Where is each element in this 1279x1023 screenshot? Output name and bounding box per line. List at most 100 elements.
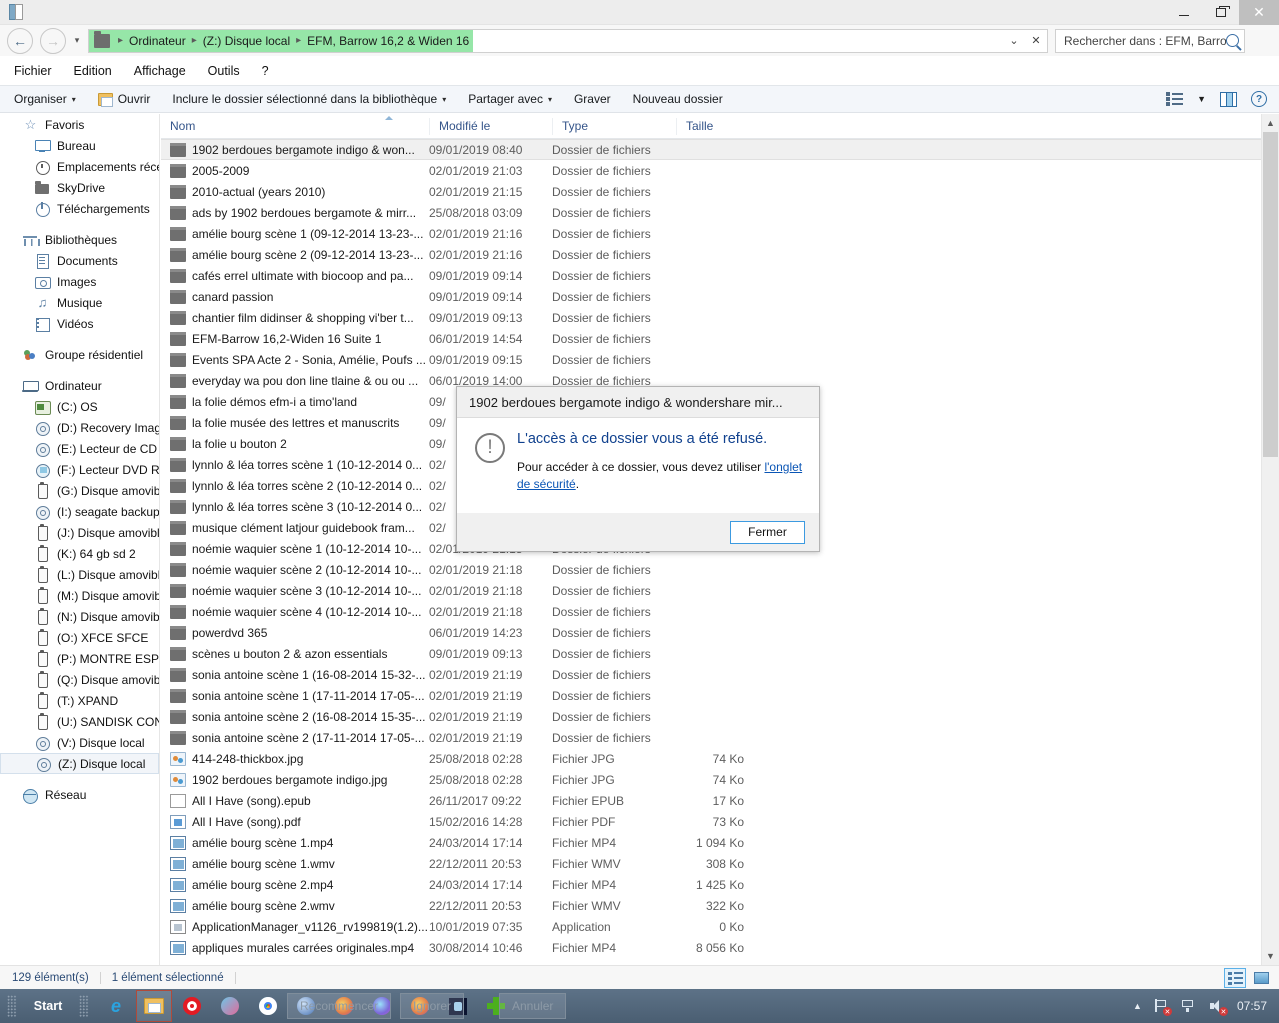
breadcrumb[interactable]: ▸ Ordinateur ▸ (Z:) Disque local ▸ EFM, … [89, 29, 474, 52]
table-row[interactable]: amélie bourg scène 1 (09-12-2014 13-23-.… [161, 223, 1261, 244]
sidebar-item-3-6[interactable]: (J:) Disque amovible [0, 522, 159, 543]
forward-button[interactable]: → [40, 27, 66, 54]
recent-pages-dropdown[interactable]: ▾ [69, 28, 85, 54]
table-row[interactable]: EFM-Barrow 16,2-Widen 16 Suite 1 06/01/20… [161, 328, 1261, 349]
sidebar-item-3-16[interactable]: (V:) Disque local [0, 732, 159, 753]
sidebar-group-1[interactable]: Bibliothèques [0, 229, 159, 250]
column-header-type[interactable]: Type [552, 117, 676, 135]
action-center-flag-icon[interactable]: ✕ [1153, 998, 1172, 1016]
sidebar-item-0-1[interactable]: Emplacements récen [0, 156, 159, 177]
table-row[interactable]: 2005-2009 02/01/2019 21:03 Dossier de fich… [161, 160, 1261, 181]
access-denied-dialog[interactable]: 1902 berdoues bergamote indigo & wonders… [456, 386, 820, 552]
share-with-button[interactable]: Partager avec ▾ [468, 92, 552, 106]
table-row[interactable]: amélie bourg scène 2.wmv 22/12/2011 20:53… [161, 895, 1261, 916]
table-row[interactable]: ApplicationManager_v1126_rv199819(1.2)..… [161, 916, 1261, 937]
table-row[interactable]: All I Have (song).pdf 15/02/2016 14:28 Fic… [161, 811, 1261, 832]
taskbar-globe-icon[interactable] [288, 990, 324, 1022]
sidebar-item-3-14[interactable]: (T:) XPAND [0, 690, 159, 711]
taskbar-maxthon-icon[interactable] [212, 990, 248, 1022]
column-header-modified[interactable]: Modifié le [429, 117, 552, 135]
table-row[interactable]: sonia antoine scène 2 (17-11-2014 17-05-… [161, 727, 1261, 748]
network-icon[interactable] [1181, 998, 1198, 1014]
sidebar-item-3-13[interactable]: (Q:) Disque amovibl [0, 669, 159, 690]
menu-outils[interactable]: Outils [208, 64, 240, 78]
chevron-down-icon[interactable]: ▼ [1197, 94, 1206, 104]
sidebar-item-1-1[interactable]: Images [0, 271, 159, 292]
table-row[interactable]: noémie waquier scène 2 (10-12-2014 10-..… [161, 559, 1261, 580]
breadcrumb-item-drive[interactable]: (Z:) Disque local [201, 34, 292, 48]
open-button[interactable]: Ouvrir [97, 92, 150, 107]
scroll-up-button[interactable]: ▲ [1262, 114, 1279, 132]
sidebar-item-3-17[interactable]: (Z:) Disque local [0, 753, 159, 774]
sidebar-group-0[interactable]: ☆ Favoris [0, 114, 159, 135]
table-row[interactable]: noémie waquier scène 4 (10-12-2014 10-..… [161, 601, 1261, 622]
sidebar-item-0-0[interactable]: Bureau [0, 135, 159, 156]
column-header-size[interactable]: Taille [676, 117, 750, 135]
table-row[interactable]: noémie waquier scène 3 (10-12-2014 10-..… [161, 580, 1261, 601]
sidebar-item-3-4[interactable]: (G:) Disque amovible [0, 480, 159, 501]
taskbar-add-icon[interactable] [478, 990, 514, 1022]
scroll-down-button[interactable]: ▼ [1262, 947, 1279, 965]
thumbnail-view-icon[interactable] [1250, 968, 1272, 988]
show-hidden-icons-button[interactable]: ▲ [1133, 1001, 1142, 1011]
table-row[interactable]: appliques murales carrées originales.mp4… [161, 937, 1261, 958]
menu-affichage[interactable]: Affichage [134, 64, 186, 78]
address-bar[interactable]: ▸ Ordinateur ▸ (Z:) Disque local ▸ EFM, … [88, 28, 1048, 53]
sidebar-item-3-3[interactable]: (F:) Lecteur DVD RW [0, 459, 159, 480]
stop-refresh-icon[interactable]: ✕ [1025, 30, 1047, 52]
table-row[interactable]: 1902 berdoues bergamote indigo & won... 0… [161, 139, 1261, 160]
taskbar-firefox-icon[interactable] [326, 990, 362, 1022]
table-row[interactable]: 2010-actual (years 2010) 02/01/2019 21:15… [161, 181, 1261, 202]
table-row[interactable]: 414-248-thickbox.jpg 25/08/2018 02:28 Fich… [161, 748, 1261, 769]
table-row[interactable]: canard passion 09/01/2019 09:14 Dossier de… [161, 286, 1261, 307]
volume-icon[interactable]: ✕ [1209, 998, 1228, 1016]
include-in-library-button[interactable]: Inclure le dossier sélectionné dans la b… [172, 92, 446, 106]
burn-button[interactable]: Graver [574, 92, 611, 106]
clock[interactable]: 07:57 [1237, 999, 1267, 1013]
sidebar-item-3-12[interactable]: (P:) MONTRE ESPI [0, 648, 159, 669]
menu-fichier[interactable]: Fichier [14, 64, 52, 78]
table-row[interactable]: cafés errel ultimate with biocoop and pa… [161, 265, 1261, 286]
preview-pane-icon[interactable] [1220, 91, 1237, 107]
taskbar-explorer-icon[interactable] [136, 990, 172, 1022]
table-row[interactable]: sonia antoine scène 2 (16-08-2014 15-35-… [161, 706, 1261, 727]
search-box[interactable]: Rechercher dans : EFM, Barro... [1055, 28, 1245, 53]
table-row[interactable]: chantier film didinser & shopping vi'ber… [161, 307, 1261, 328]
column-header-name[interactable]: Nom [161, 118, 429, 135]
close-dialog-button[interactable]: Fermer [730, 520, 805, 544]
new-folder-button[interactable]: Nouveau dossier [633, 92, 723, 106]
search-input[interactable]: Rechercher dans : EFM, Barro... [1064, 34, 1226, 48]
table-row[interactable]: sonia antoine scène 1 (16-08-2014 15-32-… [161, 664, 1261, 685]
taskbar-app-icon[interactable] [440, 990, 476, 1022]
table-row[interactable]: powerdvd 365 06/01/2019 14:23 Dossier de f… [161, 622, 1261, 643]
help-icon[interactable]: ? [1251, 91, 1267, 107]
vertical-scrollbar[interactable]: ▲ ▼ [1261, 114, 1279, 965]
taskbar-chrome-icon[interactable] [250, 990, 286, 1022]
scrollbar-thumb[interactable] [1263, 132, 1278, 457]
sidebar-group-2[interactable]: Groupe résidentiel [0, 344, 159, 365]
taskbar-firefox-icon-2[interactable] [402, 990, 438, 1022]
start-button[interactable]: Start [0, 989, 96, 1023]
table-row[interactable]: sonia antoine scène 1 (17-11-2014 17-05-… [161, 685, 1261, 706]
sidebar-item-1-3[interactable]: Vidéos [0, 313, 159, 334]
list-view-icon[interactable] [1166, 92, 1184, 106]
close-button[interactable]: ✕ [1239, 0, 1279, 25]
menu-edition[interactable]: Edition [74, 64, 112, 78]
sidebar-group-4[interactable]: Réseau [0, 784, 159, 805]
table-row[interactable]: ads by 1902 berdoues bergamote & mirr...… [161, 202, 1261, 223]
organize-button[interactable]: Organiser ▾ [14, 92, 76, 106]
taskbar-firefox-purple-icon[interactable] [364, 990, 400, 1022]
sidebar-group-3[interactable]: Ordinateur [0, 375, 159, 396]
sidebar-item-3-8[interactable]: (L:) Disque amovible [0, 564, 159, 585]
table-row[interactable]: Events SPA Acte 2 - Sonia, Amélie, Poufs… [161, 349, 1261, 370]
sidebar-item-0-2[interactable]: SkyDrive [0, 177, 159, 198]
sidebar-item-0-3[interactable]: Téléchargements [0, 198, 159, 219]
scrollbar-track[interactable] [1262, 132, 1279, 947]
navigation-pane[interactable]: ☆ Favoris Bureau Emplacements récen SkyDrive… [0, 114, 160, 965]
table-row[interactable]: amélie bourg scène 2 (09-12-2014 13-23-.… [161, 244, 1261, 265]
sidebar-item-3-5[interactable]: (I:) seagate backup p [0, 501, 159, 522]
minimize-button[interactable] [1165, 0, 1202, 25]
details-view-icon[interactable] [1224, 967, 1246, 988]
back-button[interactable]: ← [7, 27, 33, 54]
sidebar-item-1-0[interactable]: Documents [0, 250, 159, 271]
